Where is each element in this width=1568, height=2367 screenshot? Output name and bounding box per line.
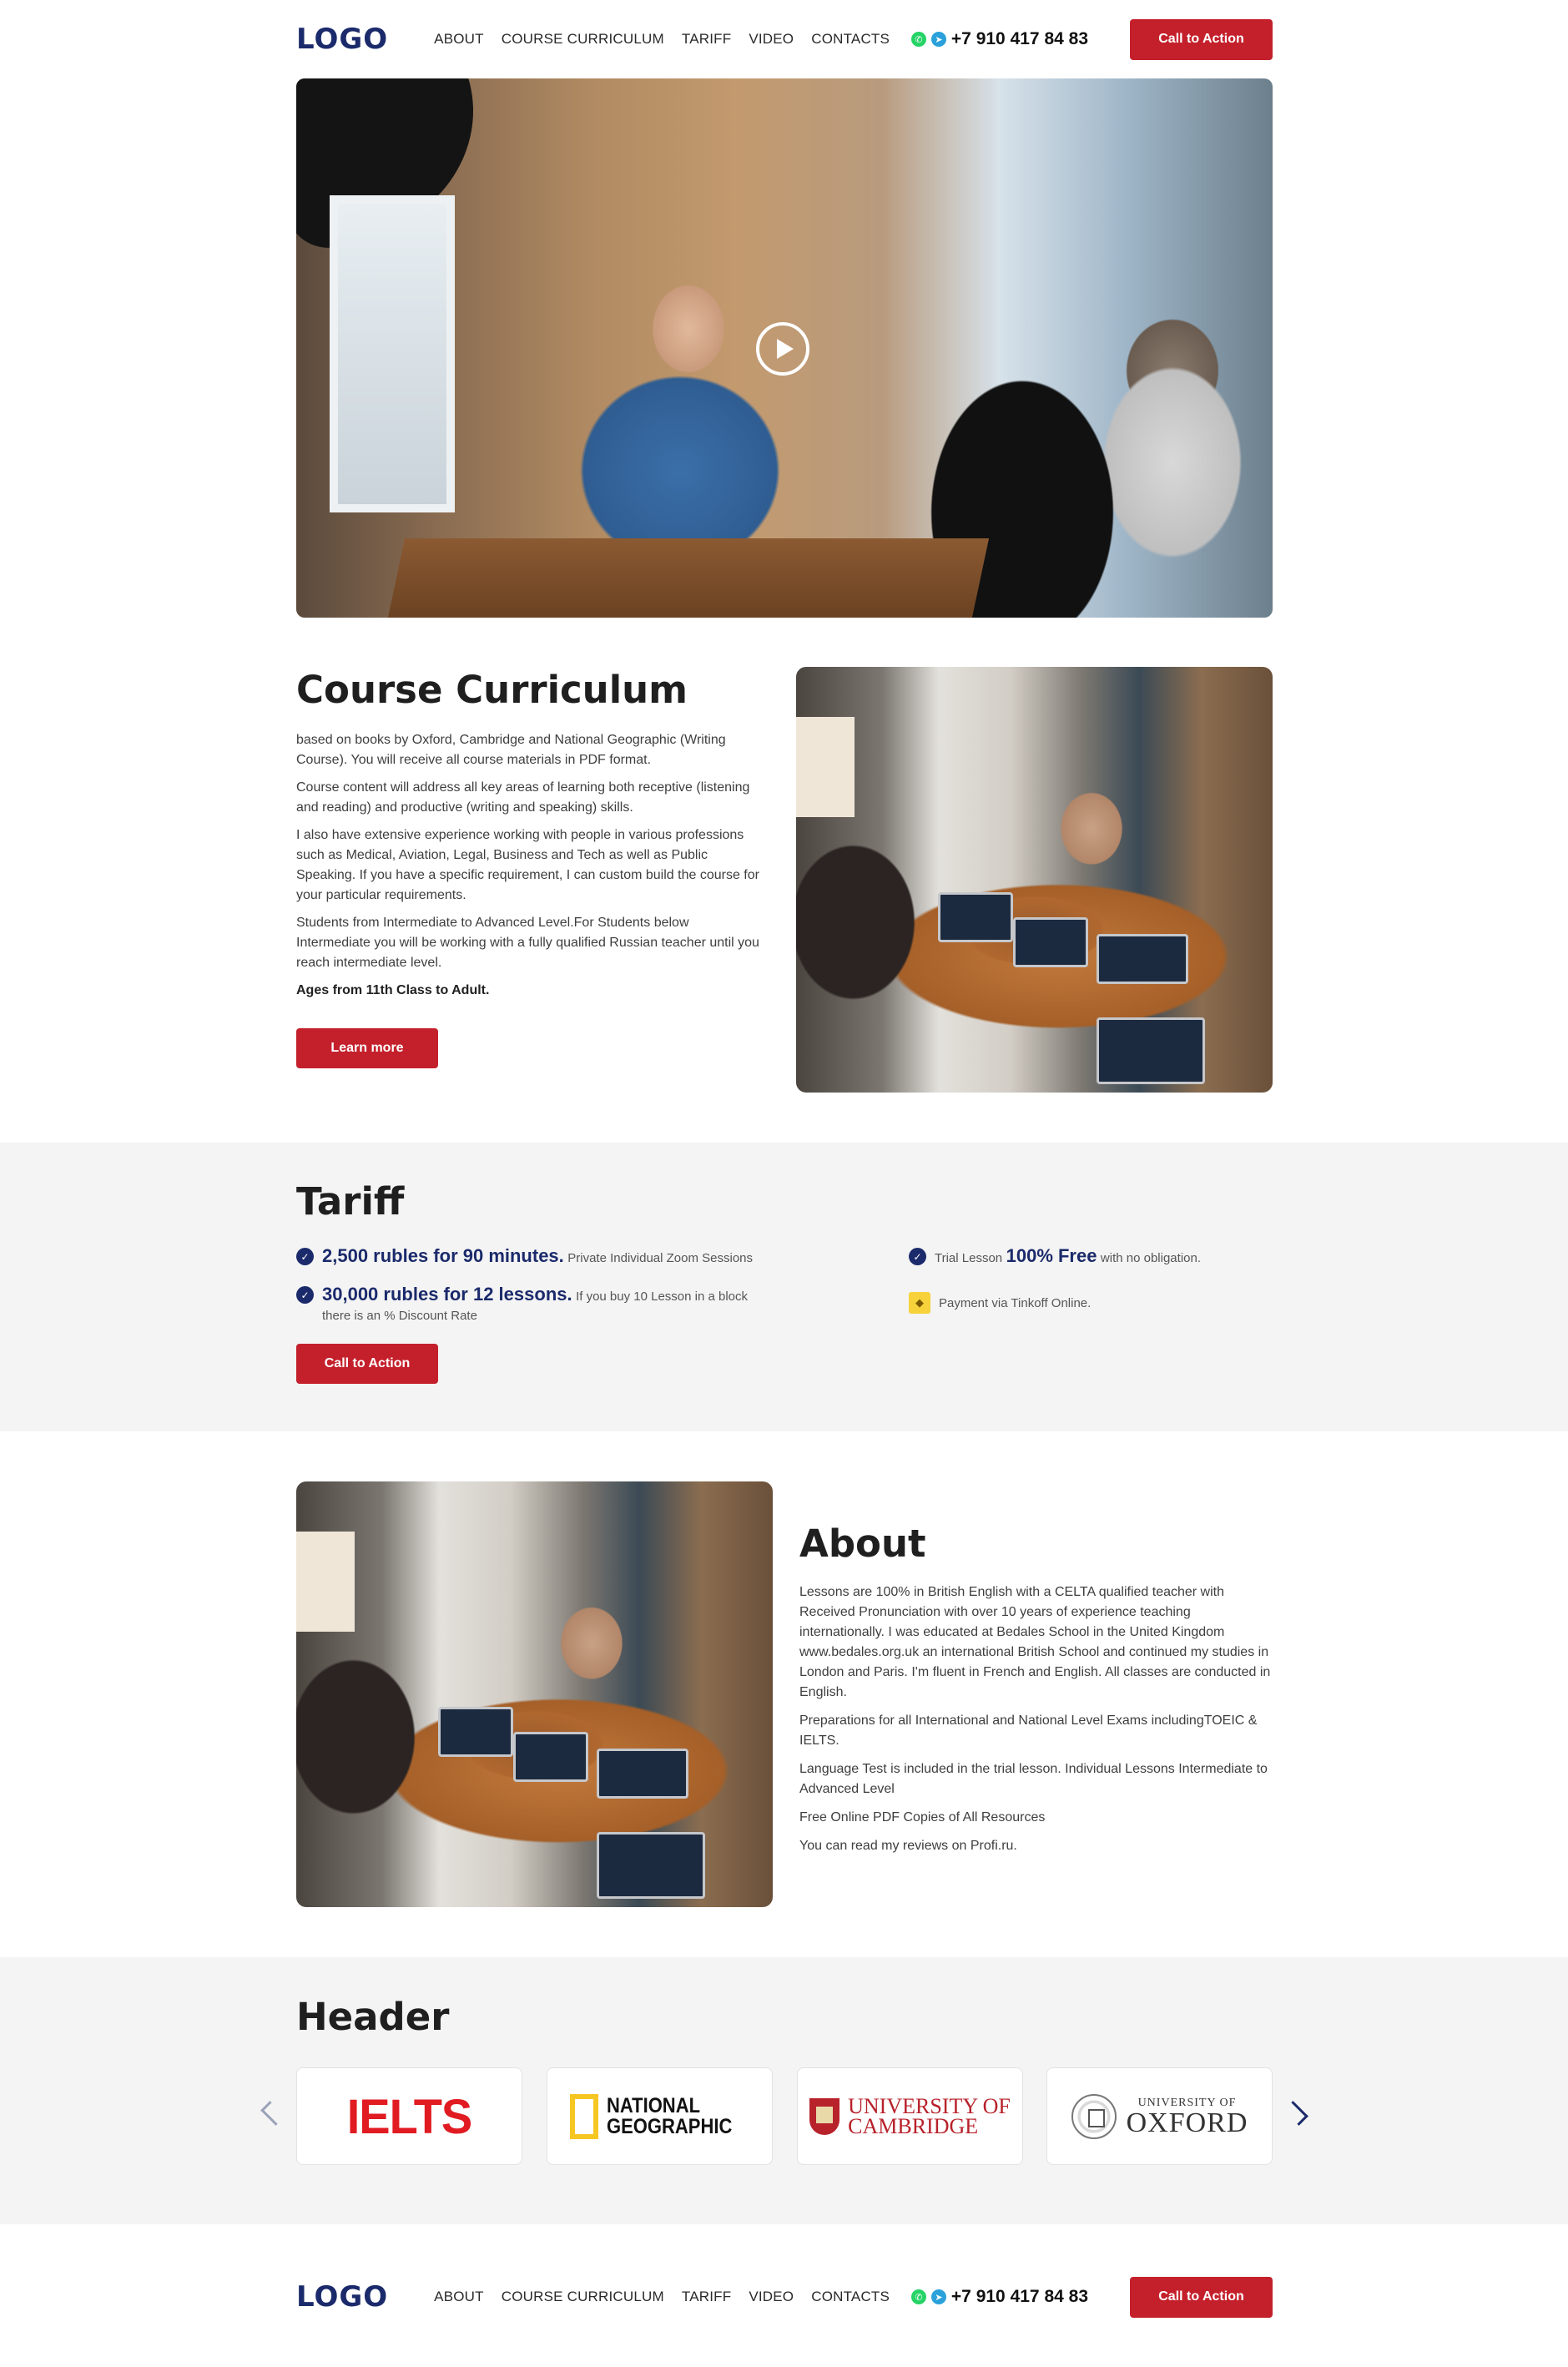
tariff-subnote: there is an % Discount Rate bbox=[322, 1309, 477, 1323]
projector-screen bbox=[296, 1532, 355, 1632]
footer-phone-number[interactable]: +7 910 417 84 83 bbox=[951, 2287, 1088, 2307]
whatsapp-icon[interactable]: ✆ bbox=[910, 2289, 926, 2304]
phone-block: ✆ ➤ +7 910 417 84 83 bbox=[910, 29, 1088, 49]
ng-line1: NATIONAL bbox=[607, 2093, 701, 2117]
footer-nav: LOGO ABOUT COURSE CURRICULUM TARIFF VIDE… bbox=[296, 2257, 1273, 2337]
course-paragraph: Students from Intermediate to Advanced L… bbox=[296, 916, 759, 970]
about-paragraph: Free Online PDF Copies of All Resources bbox=[799, 1810, 1046, 1824]
cambridge-crest-icon bbox=[809, 2097, 840, 2135]
menu-item-about[interactable]: ABOUT bbox=[434, 31, 484, 48]
main-menu: ABOUT COURSE CURRICULUM TARIFF VIDEO CON… bbox=[434, 31, 890, 48]
payment-item: ◆ Payment via Tinkoff Online. bbox=[909, 1292, 1091, 1314]
tariff-title: Tariff bbox=[296, 1179, 405, 1224]
footer-menu-item-about[interactable]: ABOUT bbox=[434, 2289, 484, 2305]
ox-line2: OXFORD bbox=[1126, 2107, 1248, 2138]
laptop bbox=[1097, 1017, 1205, 1084]
carousel-prev-arrow-icon[interactable] bbox=[255, 2092, 285, 2134]
laptop bbox=[513, 1732, 588, 1782]
classroom-photo bbox=[796, 667, 1273, 1093]
video-player[interactable] bbox=[296, 78, 1273, 618]
trial-pre: Trial Lesson bbox=[935, 1251, 1003, 1265]
trial-free: 100% Free bbox=[1006, 1245, 1097, 1266]
partners-section bbox=[0, 1957, 1568, 2224]
about-paragraph: You can read my reviews on Profi.ru. bbox=[799, 1839, 1017, 1853]
course-paragraph: Course content will address all key area… bbox=[296, 780, 750, 815]
oxford-logo: UNIVERSITY OF OXFORD bbox=[1071, 2093, 1248, 2139]
tinkoff-icon: ◆ bbox=[909, 1292, 930, 1314]
menu-item-video[interactable]: VIDEO bbox=[749, 31, 794, 48]
check-icon: ✓ bbox=[909, 1248, 926, 1265]
trial-post: with no obligation. bbox=[1100, 1251, 1202, 1265]
partners-title: Header bbox=[296, 1995, 450, 2039]
call-to-action-button[interactable]: Call to Action bbox=[1130, 18, 1273, 60]
partner-card-national-geographic[interactable]: NATIONAL GEOGRAPHIC bbox=[547, 2067, 773, 2165]
laptop bbox=[1013, 917, 1088, 967]
footer-menu-item-tariff[interactable]: TARIFF bbox=[682, 2289, 731, 2305]
tariff-note: If you buy 10 Lesson in a block bbox=[576, 1289, 749, 1304]
whatsapp-icon[interactable]: ✆ bbox=[910, 32, 926, 47]
course-paragraph: based on books by Oxford, Cambridge and … bbox=[296, 733, 726, 767]
tariff-note: Private Individual Zoom Sessions bbox=[567, 1251, 754, 1265]
about-paragraph: Preparations for all International and N… bbox=[799, 1713, 1258, 1748]
tariff-section bbox=[0, 1143, 1568, 1431]
partner-card-oxford[interactable]: UNIVERSITY OF OXFORD bbox=[1046, 2067, 1273, 2165]
table bbox=[387, 538, 990, 618]
tariff-item: ✓ 30,000 rubles for 12 lessons. If you b… bbox=[296, 1284, 748, 1323]
course-section: Course Curriculum based on books by Oxfo… bbox=[296, 668, 764, 1068]
telegram-icon[interactable]: ➤ bbox=[930, 2289, 946, 2304]
top-nav: LOGO ABOUT COURSE CURRICULUM TARIFF VIDE… bbox=[296, 0, 1273, 78]
about-paragraph: Lessons are 100% in British English with… bbox=[799, 1585, 1271, 1699]
ielts-logo: IELTS bbox=[346, 2088, 473, 2144]
oxford-crest-icon bbox=[1071, 2093, 1117, 2139]
national-geographic-logo: NATIONAL GEOGRAPHIC bbox=[570, 2093, 749, 2139]
course-title: Course Curriculum bbox=[296, 668, 688, 712]
phone-number[interactable]: +7 910 417 84 83 bbox=[951, 29, 1088, 49]
tariff-price: 2,500 rubles for 90 minutes. bbox=[322, 1245, 564, 1266]
about-section: About Lessons are 100% in British Englis… bbox=[799, 1522, 1271, 1865]
carousel-next-arrow-icon[interactable] bbox=[1283, 2092, 1314, 2134]
menu-item-contacts[interactable]: CONTACTS bbox=[811, 31, 890, 48]
cambridge-logo: UNIVERSITY OF CAMBRIDGE bbox=[809, 2093, 1011, 2138]
footer-call-to-action-button[interactable]: Call to Action bbox=[1130, 2276, 1273, 2318]
tariff-item: ✓ 2,500 rubles for 90 minutes. Private I… bbox=[296, 1245, 753, 1267]
logo[interactable]: LOGO bbox=[296, 23, 388, 56]
check-icon: ✓ bbox=[296, 1248, 314, 1265]
footer-phone-block: ✆ ➤ +7 910 417 84 83 bbox=[910, 2287, 1088, 2307]
check-icon: ✓ bbox=[296, 1286, 314, 1304]
cam-line1: UNIVERSITY OF bbox=[848, 2093, 1011, 2118]
footer-menu: ABOUT COURSE CURRICULUM TARIFF VIDEO CON… bbox=[434, 2289, 890, 2305]
projector-screen bbox=[796, 717, 855, 817]
laptop bbox=[1097, 934, 1188, 984]
footer-menu-item-course-curriculum[interactable]: COURSE CURRICULUM bbox=[502, 2289, 664, 2305]
payment-text: Payment via Tinkoff Online. bbox=[939, 1295, 1092, 1310]
partner-card-cambridge[interactable]: UNIVERSITY OF CAMBRIDGE bbox=[797, 2067, 1023, 2165]
about-paragraph: Language Test is included in the trial l… bbox=[799, 1762, 1268, 1796]
footer-menu-item-video[interactable]: VIDEO bbox=[749, 2289, 794, 2305]
course-ages: Ages from 11th Class to Adult. bbox=[296, 983, 490, 997]
about-title: About bbox=[799, 1522, 926, 1566]
footer-logo[interactable]: LOGO bbox=[296, 2280, 388, 2314]
window bbox=[330, 195, 455, 512]
laptop bbox=[597, 1749, 688, 1799]
tariff-call-to-action-button[interactable]: Call to Action bbox=[296, 1344, 438, 1384]
partner-card-ielts[interactable]: IELTS bbox=[296, 2067, 522, 2165]
trial-item: ✓ Trial Lesson 100% Free with no obligat… bbox=[909, 1245, 1201, 1267]
tariff-price: 30,000 rubles for 12 lessons. bbox=[322, 1284, 572, 1305]
footer-menu-item-contacts[interactable]: CONTACTS bbox=[811, 2289, 890, 2305]
play-icon[interactable] bbox=[756, 322, 809, 376]
laptop bbox=[938, 892, 1013, 942]
learn-more-button[interactable]: Learn more bbox=[296, 1028, 438, 1068]
telegram-icon[interactable]: ➤ bbox=[930, 32, 946, 47]
classroom-photo bbox=[296, 1481, 773, 1907]
yellow-frame-icon bbox=[570, 2093, 599, 2139]
menu-item-course-curriculum[interactable]: COURSE CURRICULUM bbox=[502, 31, 664, 48]
laptop bbox=[597, 1832, 705, 1899]
ng-line2: GEOGRAPHIC bbox=[607, 2114, 733, 2138]
cam-line2: CAMBRIDGE bbox=[848, 2113, 979, 2138]
course-paragraph: I also have extensive experience working… bbox=[296, 828, 759, 902]
menu-item-tariff[interactable]: TARIFF bbox=[682, 31, 731, 48]
laptop bbox=[438, 1707, 513, 1757]
